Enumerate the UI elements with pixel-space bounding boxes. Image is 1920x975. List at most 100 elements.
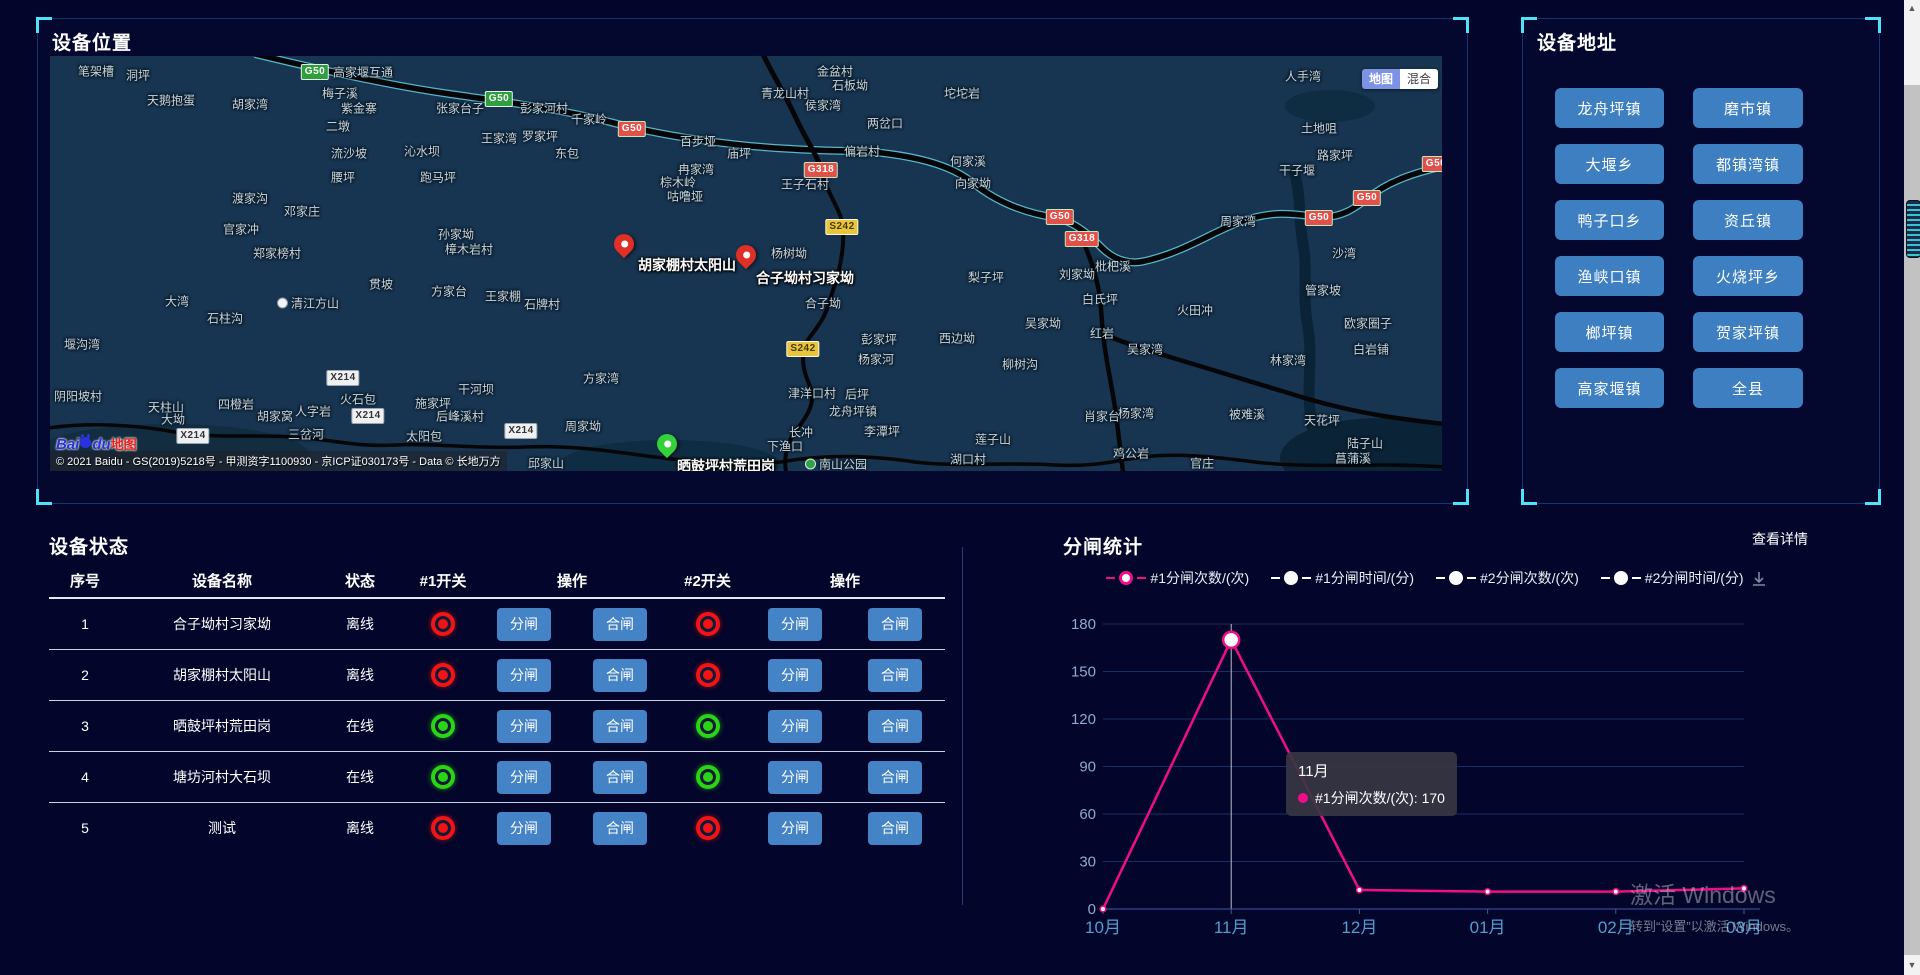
- scrollbar[interactable]: ▲ ▼: [1904, 0, 1920, 975]
- map-place-label: 腰坪: [331, 169, 355, 186]
- windows-activation-watermark: 激活 Windows 转到“设置”以激活 Windows。: [1630, 876, 1799, 935]
- legend-line-icon: [1467, 577, 1476, 579]
- view-details-link[interactable]: 查看详情: [1752, 529, 1808, 549]
- row-seq: 1: [49, 616, 121, 632]
- operation2-cell: 分闸 合闸: [760, 761, 930, 794]
- dashboard: 设备位置 笔架槽洞坪天鹅抱蛋胡家湾高家堰互通梅子溪紫金寨二墩流沙坡沁水坝张家台子…: [0, 0, 1920, 975]
- table-row: 4塘坊河村大石坝在线分闸合闸分闸合闸: [49, 752, 945, 803]
- close-switch-button[interactable]: 合闸: [868, 608, 922, 641]
- address-button-9[interactable]: 榔坪镇: [1555, 312, 1664, 352]
- map-place-label: 百步垭: [680, 133, 716, 150]
- legend-item[interactable]: #2分闸时间/(分): [1601, 568, 1744, 588]
- scrollbar-thumb[interactable]: [1906, 200, 1920, 258]
- legend-item[interactable]: #2分闸次数/(次): [1436, 568, 1579, 588]
- map-place-label: 彭家坪: [861, 331, 897, 348]
- svg-text:0: 0: [1088, 901, 1096, 918]
- switch2-indicator-off: [696, 816, 720, 840]
- switch1-indicator-on: [431, 765, 455, 789]
- close-switch-button[interactable]: 合闸: [868, 812, 922, 845]
- open-switch-button[interactable]: 分闸: [768, 761, 822, 794]
- open-switch-button[interactable]: 分闸: [768, 812, 822, 845]
- download-icon[interactable]: [1750, 570, 1768, 593]
- switch1-cell: [397, 714, 489, 738]
- row-seq: 3: [49, 718, 121, 734]
- device-status: 在线: [323, 767, 397, 787]
- address-button-7[interactable]: 渔峡口镇: [1555, 256, 1664, 296]
- map-place-label: 二墩: [326, 118, 350, 135]
- map-type-hybrid-button[interactable]: 混合: [1400, 69, 1438, 89]
- map-place-label: 天鹅抱蛋: [147, 92, 195, 109]
- address-panel-title: 设备地址: [1537, 28, 1617, 55]
- road-shield-g318: G318: [804, 162, 838, 178]
- map-place-label: 方家台: [431, 283, 467, 300]
- road-shield-g50: G50: [1353, 190, 1381, 206]
- open-switch-button[interactable]: 分闸: [497, 659, 551, 692]
- address-button-6[interactable]: 资丘镇: [1693, 200, 1803, 240]
- close-switch-button[interactable]: 合闸: [868, 761, 922, 794]
- close-switch-button[interactable]: 合闸: [593, 761, 647, 794]
- operation2-cell: 分闸 合闸: [760, 608, 930, 641]
- road-shield-g318: G318: [1065, 231, 1099, 247]
- road-shield-g50: G50: [618, 121, 646, 137]
- map-place-label: 龙舟坪镇: [829, 403, 877, 420]
- scroll-down-button[interactable]: ▼: [1904, 955, 1920, 975]
- switch1-cell: [397, 816, 489, 840]
- switch1-indicator-off: [431, 612, 455, 636]
- close-switch-button[interactable]: 合闸: [593, 812, 647, 845]
- map-place-label: 高家堰互通: [333, 64, 393, 81]
- baidu-logo: Baidu地图: [56, 434, 137, 453]
- map-place-label: 枇杷溪: [1095, 258, 1131, 275]
- open-switch-button[interactable]: 分闸: [497, 812, 551, 845]
- legend-line-icon: [1436, 577, 1445, 579]
- close-switch-button[interactable]: 合闸: [868, 659, 922, 692]
- road-shield-g50: G50: [1422, 156, 1442, 172]
- column-header: #1开关: [397, 570, 489, 591]
- open-switch-button[interactable]: 分闸: [768, 710, 822, 743]
- map-place-label: 杨家湾: [1118, 405, 1154, 422]
- row-seq: 5: [49, 820, 121, 836]
- map-place-label: 邱家山: [528, 455, 564, 472]
- open-switch-button[interactable]: 分闸: [497, 608, 551, 641]
- address-button-11[interactable]: 高家堰镇: [1555, 368, 1664, 408]
- map-place-label: 向家坳: [955, 175, 991, 192]
- address-button-3[interactable]: 大堰乡: [1555, 144, 1664, 184]
- map-place-label: 洞坪: [126, 67, 150, 84]
- map-type-map-button[interactable]: 地图: [1362, 69, 1400, 89]
- column-header: 操作: [760, 570, 930, 591]
- svg-text:10月: 10月: [1085, 918, 1121, 937]
- address-button-1[interactable]: 龙舟坪镇: [1555, 88, 1664, 128]
- map-place-label: 干子堰: [1279, 162, 1315, 179]
- close-switch-button[interactable]: 合闸: [593, 659, 647, 692]
- open-switch-button[interactable]: 分闸: [497, 761, 551, 794]
- map-place-label: 石牌村: [524, 296, 560, 313]
- address-button-2[interactable]: 磨市镇: [1693, 88, 1803, 128]
- status-section-title: 设备状态: [49, 532, 129, 559]
- address-button-5[interactable]: 鸭子口乡: [1555, 200, 1664, 240]
- address-button-8[interactable]: 火烧坪乡: [1693, 256, 1803, 296]
- open-switch-button[interactable]: 分闸: [768, 659, 822, 692]
- map-place-label: 人手湾: [1285, 68, 1321, 85]
- road-shield-g50: G50: [1305, 210, 1333, 226]
- address-button-12[interactable]: 全县: [1693, 368, 1803, 408]
- map-place-label: 红岩: [1090, 325, 1114, 342]
- map-place-label: 王家棚: [485, 288, 521, 305]
- open-switch-button[interactable]: 分闸: [768, 608, 822, 641]
- legend-dot-icon: [1284, 571, 1298, 585]
- close-switch-button[interactable]: 合闸: [868, 710, 922, 743]
- row-seq: 2: [49, 667, 121, 683]
- corner-decoration: [1865, 17, 1881, 33]
- open-switch-button[interactable]: 分闸: [497, 710, 551, 743]
- close-switch-button[interactable]: 合闸: [593, 608, 647, 641]
- legend-item[interactable]: #1分闸时间/(分): [1271, 568, 1414, 588]
- close-switch-button[interactable]: 合闸: [593, 710, 647, 743]
- address-button-10[interactable]: 贺家坪镇: [1693, 312, 1803, 352]
- scroll-up-button[interactable]: ▲: [1904, 0, 1920, 85]
- baidu-map[interactable]: 笔架槽洞坪天鹅抱蛋胡家湾高家堰互通梅子溪紫金寨二墩流沙坡沁水坝张家台子彭家河村王…: [50, 56, 1442, 471]
- legend-item[interactable]: #1分闸次数/(次): [1106, 568, 1249, 588]
- switch1-indicator-off: [431, 816, 455, 840]
- map-place-label: 两岔口: [867, 115, 903, 132]
- map-place-label: 青龙山村: [761, 85, 809, 102]
- address-button-4[interactable]: 都镇湾镇: [1693, 144, 1803, 184]
- operation1-cell: 分闸 合闸: [489, 761, 655, 794]
- legend-line-icon: [1106, 577, 1115, 579]
